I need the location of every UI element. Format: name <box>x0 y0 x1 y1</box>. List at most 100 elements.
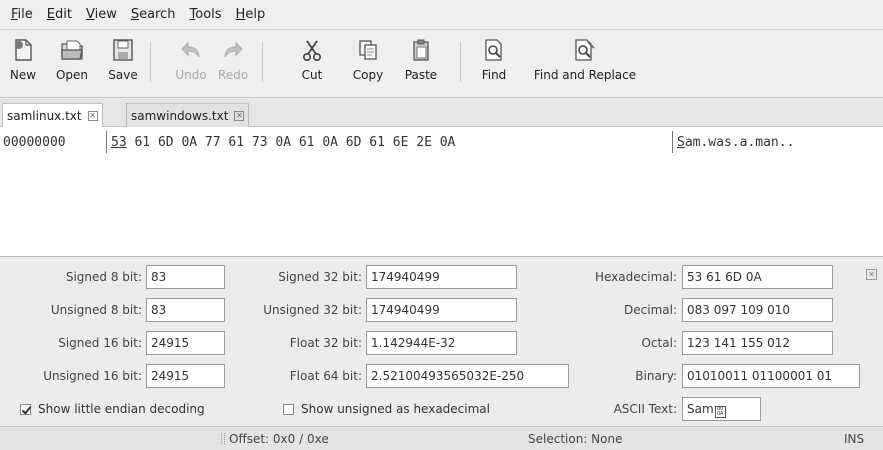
offset-column: 00000000 <box>3 135 66 150</box>
tab-samlinux[interactable]: samlinux.txt ✕ <box>2 103 103 128</box>
find-replace-icon <box>572 37 598 63</box>
status-selection: Selection: None <box>528 432 623 446</box>
menu-search-mnemonic: S <box>130 7 140 22</box>
unprintable-glyph-icon: 00 0A <box>714 406 726 418</box>
hexadecimal-label: Hexadecimal: <box>594 270 677 284</box>
decimal-label: Decimal: <box>624 303 677 317</box>
octal-field[interactable]: 123 141 155 012 <box>682 331 833 355</box>
find-label: Find <box>481 68 507 82</box>
save-button[interactable]: Save <box>104 34 142 94</box>
unsigned-16-label: Unsigned 16 bit: <box>43 369 142 383</box>
scissors-icon <box>299 37 325 63</box>
hex-bytes[interactable]: 53 61 6D 0A 77 61 73 0A 61 0A 6D 61 6E 2… <box>111 135 455 150</box>
unsigned-8-label: Unsigned 8 bit: <box>50 303 142 317</box>
unsigned-hex-label: Show unsigned as hexadecimal <box>301 402 490 416</box>
cursor-byte: 53 <box>111 135 127 150</box>
float-32-label: Float 32 bit: <box>289 336 362 350</box>
menu-view-label: iew <box>94 7 117 22</box>
status-bar: Offset: 0x0 / 0xe Selection: None INS <box>0 426 883 450</box>
binary-field[interactable]: 01010011 01100001 01 <box>682 364 860 388</box>
open-label: Open <box>55 68 89 82</box>
tab-label: samlinux.txt <box>7 109 82 123</box>
status-offset: Offset: 0x0 / 0xe <box>229 432 329 446</box>
menu-file[interactable]: File <box>4 7 40 22</box>
unsigned-32-label: Unsigned 32 bit: <box>263 303 362 317</box>
tab-label: samwindows.txt <box>131 108 229 123</box>
menu-edit-label: dit <box>55 7 72 22</box>
unsigned-16-field[interactable]: 24915 <box>146 364 225 388</box>
menu-search[interactable]: Search <box>124 7 183 22</box>
decimal-field[interactable]: 083 097 109 010 <box>682 298 833 322</box>
status-insert-mode: INS <box>844 432 865 446</box>
toolbar-separator <box>150 42 151 82</box>
menu-file-label: ile <box>17 7 33 22</box>
unsigned-hex-checkbox[interactable]: Show unsigned as hexadecimal <box>283 402 490 416</box>
checkbox-unchecked-icon <box>283 403 294 415</box>
toolbar: New Open Save Undo Redo Cut Copy Paste F… <box>0 30 883 98</box>
menu-tools-label: ools <box>195 7 222 22</box>
menu-help-label: elp <box>245 7 266 22</box>
tab-bar: samlinux.txt ✕ samwindows.txt ✕ <box>0 99 883 128</box>
float-64-label: Float 64 bit: <box>289 369 362 383</box>
save-disk-icon <box>110 37 136 63</box>
redo-arrow-icon <box>220 37 246 63</box>
redo-button[interactable]: Redo <box>213 34 253 94</box>
signed-32-label: Signed 32 bit: <box>278 270 362 284</box>
menu-bar: File Edit View Search Tools Help <box>0 0 883 30</box>
cut-button[interactable]: Cut <box>298 34 326 94</box>
menu-tools[interactable]: Tools <box>183 7 229 22</box>
find-and-replace-button[interactable]: Find and Replace <box>524 34 646 94</box>
new-button[interactable]: New <box>6 34 40 94</box>
menu-view-mnemonic: V <box>85 7 95 22</box>
menu-help[interactable]: Help <box>229 7 273 22</box>
unsigned-32-field[interactable]: 174940499 <box>366 298 517 322</box>
little-endian-label: Show little endian decoding <box>38 402 205 416</box>
float-32-field[interactable]: 1.142944E-32 <box>366 331 517 355</box>
hex-view[interactable]: 00000000 53 61 6D 0A 77 61 73 0A 61 0A 6… <box>0 127 883 257</box>
close-panel-icon[interactable]: ✕ <box>866 269 877 280</box>
copy-label: Copy <box>352 68 384 82</box>
float-64-field[interactable]: 2.52100493565032E-250 <box>366 364 569 388</box>
open-button[interactable]: Open <box>52 34 92 94</box>
decoding-panel: Signed 8 bit: 83 Unsigned 8 bit: 83 Sign… <box>0 258 883 426</box>
column-divider <box>106 131 107 153</box>
menu-edit[interactable]: Edit <box>40 7 79 22</box>
ascii-text-field[interactable]: Sam 00 0A <box>682 397 761 421</box>
checkbox-checked-icon <box>20 403 31 415</box>
toolbar-separator <box>262 42 263 82</box>
find-and-replace-label: Find and Replace <box>533 68 637 82</box>
signed-16-label: Signed 16 bit: <box>58 336 142 350</box>
find-magnifier-icon <box>481 37 507 63</box>
ascii-rest: am.was.a.man.. <box>684 135 795 150</box>
signed-8-label: Signed 8 bit: <box>65 270 142 284</box>
menu-edit-mnemonic: E <box>46 7 55 22</box>
hexadecimal-field[interactable]: 53 61 6D 0A <box>682 265 833 289</box>
menu-view[interactable]: View <box>79 7 124 22</box>
tab-samwindows[interactable]: samwindows.txt ✕ <box>126 103 250 127</box>
toolbar-separator <box>460 42 461 82</box>
undo-label: Undo <box>175 68 207 82</box>
new-label: New <box>9 68 37 82</box>
close-tab-icon[interactable]: ✕ <box>87 111 98 121</box>
save-label: Save <box>108 68 138 82</box>
little-endian-checkbox[interactable]: Show little endian decoding <box>20 402 205 416</box>
undo-button[interactable]: Undo <box>171 34 211 94</box>
signed-8-field[interactable]: 83 <box>146 265 225 289</box>
signed-16-field[interactable]: 24915 <box>146 331 225 355</box>
paste-label: Paste <box>404 68 438 82</box>
close-tab-icon[interactable]: ✕ <box>234 110 245 121</box>
signed-32-field[interactable]: 174940499 <box>366 265 517 289</box>
ascii-column[interactable]: Sam.was.a.man.. <box>677 135 794 150</box>
octal-label: Octal: <box>641 336 677 350</box>
find-button[interactable]: Find <box>479 34 509 94</box>
cursor-char: S <box>677 135 685 150</box>
paste-clipboard-icon <box>408 37 434 63</box>
redo-label: Redo <box>217 68 249 82</box>
copy-button[interactable]: Copy <box>348 34 388 94</box>
hex-bytes-rest: 61 6D 0A 77 61 73 0A 61 0A 6D 61 6E 2E 0… <box>126 135 456 150</box>
resize-grip-icon[interactable] <box>221 433 225 444</box>
paste-button[interactable]: Paste <box>399 34 443 94</box>
open-folder-icon <box>59 37 85 63</box>
unsigned-8-field[interactable]: 83 <box>146 298 225 322</box>
menu-help-mnemonic: H <box>235 7 246 22</box>
